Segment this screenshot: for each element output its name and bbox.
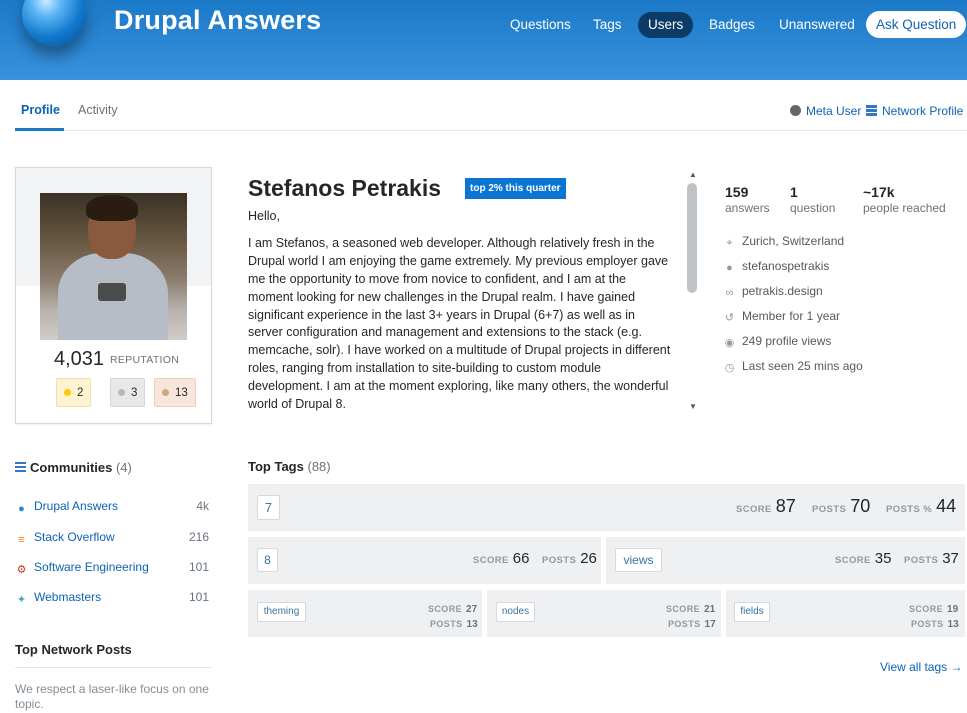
nav-users[interactable]: Users: [638, 12, 694, 38]
tag-row[interactable]: 8 SCORE 66 POSTS 26: [248, 537, 601, 584]
bio-scrollbar[interactable]: ▲ ▼: [685, 168, 699, 414]
tag-posts: POSTS 17: [668, 619, 716, 630]
user-name: Stefanos Petrakis: [248, 175, 442, 201]
gold-badge-icon: [64, 389, 71, 396]
tag-score: SCORE 21: [666, 604, 716, 615]
avatar[interactable]: [40, 193, 187, 340]
community-software-engineering[interactable]: ⚙ Software Engineering 101: [15, 560, 212, 577]
tag-row[interactable]: views SCORE 35 POSTS 37: [606, 537, 965, 584]
info-last-seen: ◷ Last seen 25 mins ago: [724, 359, 863, 374]
info-location: ⌖ Zurich, Switzerland: [724, 234, 844, 249]
silver-badge-icon: [118, 389, 125, 396]
drupal-logo-icon[interactable]: [22, 0, 86, 46]
communities-heading: Communities (4): [15, 460, 132, 475]
ask-question-button[interactable]: Ask Question: [866, 11, 967, 38]
scroll-down-icon[interactable]: ▼: [689, 402, 697, 411]
view-all-tags-link[interactable]: View all tags →: [880, 660, 962, 674]
scroll-thumb[interactable]: [687, 183, 697, 293]
tag-score: SCORE 19: [909, 604, 959, 615]
history-icon: ↺: [724, 312, 735, 324]
stat-questions: 1 question: [790, 184, 836, 215]
nav-tags[interactable]: Tags: [583, 12, 632, 38]
tag-score: SCORE 35: [835, 550, 892, 567]
webmasters-icon: ✦: [16, 594, 27, 606]
community-webmasters[interactable]: ✦ Webmasters 101: [15, 590, 212, 607]
top-tags-heading: Top Tags (88): [248, 459, 331, 474]
tag-chip[interactable]: views: [615, 548, 662, 572]
tab-profile[interactable]: Profile: [21, 103, 60, 117]
top-percent-badge[interactable]: top 2% this quarter: [465, 178, 566, 199]
meta-user-link[interactable]: Meta User: [790, 104, 861, 118]
tag-posts: POSTS 70: [812, 496, 871, 516]
clock-icon: ◷: [724, 362, 735, 374]
info-website[interactable]: ∞ petrakis.design: [724, 284, 823, 299]
nav-unanswered[interactable]: Unanswered: [769, 12, 865, 38]
gold-badges[interactable]: 2: [56, 378, 92, 407]
profile-card: 4,031 REPUTATION 2 3 13: [15, 167, 212, 424]
network-profile-link[interactable]: Network Profile: [866, 104, 963, 118]
link-icon: ∞: [725, 287, 734, 299]
tag-score: SCORE 87: [736, 496, 796, 516]
nav-badges[interactable]: Badges: [699, 12, 765, 38]
scroll-up-icon[interactable]: ▲: [689, 170, 697, 179]
tag-posts: POSTS 37: [904, 550, 959, 567]
silver-badges[interactable]: 3: [110, 378, 146, 407]
tab-activity[interactable]: Activity: [78, 103, 118, 117]
tag-score: SCORE 27: [428, 604, 478, 615]
reputation-label: REPUTATION: [110, 354, 180, 366]
tag-chip[interactable]: 8: [257, 548, 278, 572]
nav-questions[interactable]: Questions: [500, 12, 581, 38]
tag-chip[interactable]: nodes: [496, 602, 535, 622]
info-profile-views: ◉ 249 profile views: [724, 334, 832, 349]
bronze-badges[interactable]: 13: [154, 378, 196, 407]
tag-chip[interactable]: theming: [257, 602, 306, 622]
bronze-badge-icon: [162, 389, 169, 396]
site-title[interactable]: Drupal Answers: [114, 5, 321, 36]
tag-posts-percent: POSTS % 44: [886, 496, 957, 516]
software-engineering-icon: ⚙: [16, 564, 27, 576]
tag-row[interactable]: fields SCORE 19 POSTS 13: [726, 590, 965, 637]
tag-score: SCORE 66: [473, 550, 530, 567]
top-network-posts-heading: Top Network Posts: [15, 642, 132, 657]
stat-answers: 159 answers: [725, 184, 770, 215]
community-drupal-answers[interactable]: ● Drupal Answers 4k: [15, 499, 212, 516]
stack-exchange-icon: [866, 105, 877, 116]
active-tab-indicator: [15, 128, 64, 131]
tag-chip[interactable]: 7: [257, 495, 280, 520]
eye-icon: ◉: [724, 337, 735, 349]
tag-posts: POSTS 13: [911, 619, 959, 630]
bio-greeting: Hello,: [248, 209, 280, 223]
drupal-icon: ●: [18, 503, 25, 515]
github-icon: ●: [726, 262, 733, 274]
tag-row[interactable]: 7 SCORE 87 POSTS 70 POSTS % 44: [248, 484, 965, 531]
about-me: Hello, I am Stefanos, a seasoned web dev…: [248, 208, 673, 414]
info-member-for: ↺ Member for 1 year: [724, 309, 841, 324]
location-pin-icon: ⌖: [726, 237, 733, 249]
community-stack-overflow[interactable]: ≡ Stack Overflow 216: [15, 530, 212, 547]
tag-posts: POSTS 26: [542, 550, 597, 567]
top-bar: Drupal Answers Questions Tags Users Badg…: [0, 0, 967, 80]
stack-overflow-icon: ≡: [18, 534, 25, 546]
tag-row[interactable]: theming SCORE 27 POSTS 13: [248, 590, 482, 637]
tag-row[interactable]: nodes SCORE 21 POSTS 17: [487, 590, 721, 637]
divider: [15, 667, 212, 668]
tag-posts: POSTS 13: [430, 619, 478, 630]
tag-chip[interactable]: fields: [734, 602, 770, 622]
stat-people-reached: ~17k people reached: [863, 184, 946, 215]
top-network-posts-empty: We respect a laser-like focus on one top…: [15, 682, 209, 711]
meta-bomb-icon: [790, 105, 801, 116]
reputation-value: 4,031: [54, 348, 105, 370]
info-github[interactable]: ● stefanospetrakis: [724, 259, 829, 274]
stack-exchange-icon: [15, 462, 26, 472]
bio-text: I am Stefanos, a seasoned web developer.…: [248, 235, 671, 412]
